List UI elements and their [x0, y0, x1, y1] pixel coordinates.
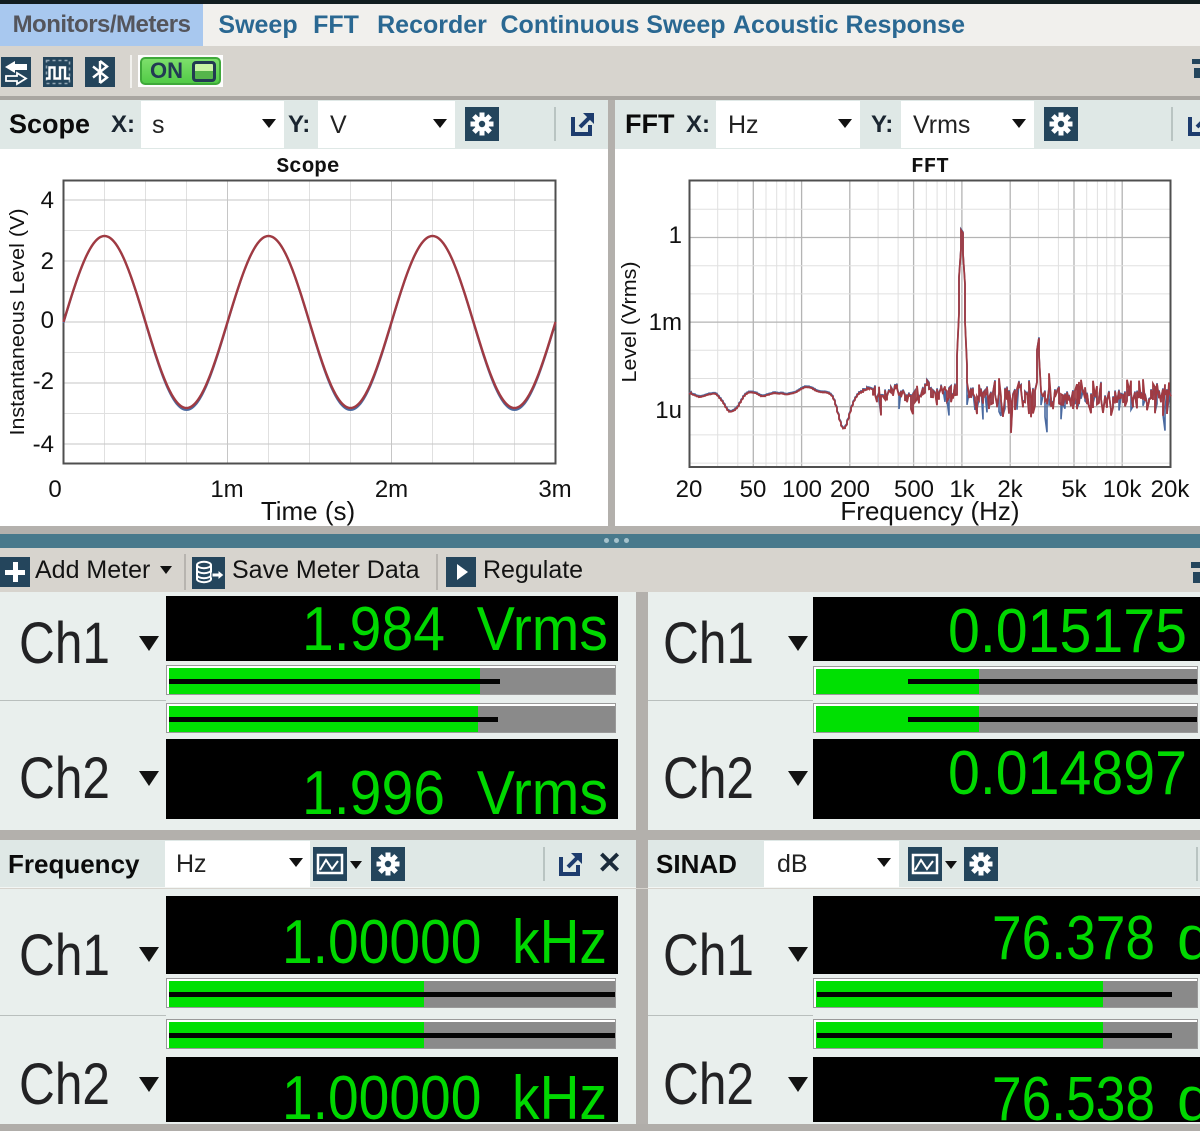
svg-text:1.996 Vrms: 1.996 Vrms [302, 759, 608, 819]
svg-text:Scope: Scope [276, 156, 339, 179]
svg-text:1: 1 [669, 222, 682, 249]
svg-text:50: 50 [740, 476, 767, 503]
svg-text:Ch1: Ch1 [19, 925, 110, 985]
svg-text:0.015175: 0.015175 [948, 597, 1187, 661]
svg-text:dB: dB [1177, 1065, 1200, 1122]
svg-text:20: 20 [676, 476, 703, 503]
svg-text:1.00000 kHz: 1.00000 kHz [282, 908, 607, 974]
svg-text:1.00000 kHz: 1.00000 kHz [282, 1064, 607, 1122]
svg-text:100: 100 [782, 476, 822, 503]
svg-text:Ch2: Ch2 [19, 1054, 110, 1114]
svg-text:4: 4 [41, 187, 54, 214]
svg-text:FFT: FFT [911, 156, 949, 179]
svg-text:Ch1: Ch1 [663, 925, 754, 985]
svg-text:-4: -4 [33, 431, 54, 458]
svg-text:0: 0 [41, 307, 54, 334]
svg-text:1u: 1u [655, 397, 682, 424]
svg-text:10k: 10k [1103, 476, 1143, 503]
svg-text:76.378: 76.378 [992, 904, 1155, 973]
svg-text:Instantaneous Level (V): Instantaneous Level (V) [7, 209, 29, 436]
svg-text:Ch2: Ch2 [663, 748, 754, 808]
svg-text:Ch1: Ch1 [663, 613, 754, 673]
svg-text:20k: 20k [1151, 476, 1191, 503]
svg-text:0: 0 [48, 476, 61, 503]
svg-text:1m: 1m [649, 309, 682, 336]
svg-text:5k: 5k [1061, 476, 1087, 503]
svg-text:Time (s): Time (s) [261, 496, 355, 526]
svg-text:Level (Vrms): Level (Vrms) [619, 262, 641, 383]
svg-text:2m: 2m [375, 476, 408, 503]
svg-text:3m: 3m [538, 476, 571, 503]
svg-text:Frequency (Hz): Frequency (Hz) [840, 496, 1019, 526]
svg-text:Ch2: Ch2 [663, 1054, 754, 1114]
svg-text:0.014897: 0.014897 [948, 739, 1187, 808]
svg-text:Ch1: Ch1 [19, 613, 110, 673]
svg-text:Ch2: Ch2 [19, 748, 110, 808]
svg-text:-2: -2 [33, 368, 54, 395]
svg-text:dB: dB [1177, 904, 1200, 973]
svg-text:1.984 Vrms: 1.984 Vrms [302, 596, 608, 661]
svg-text:2: 2 [41, 248, 54, 275]
svg-text:76.538: 76.538 [992, 1065, 1155, 1122]
svg-text:1m: 1m [210, 476, 243, 503]
